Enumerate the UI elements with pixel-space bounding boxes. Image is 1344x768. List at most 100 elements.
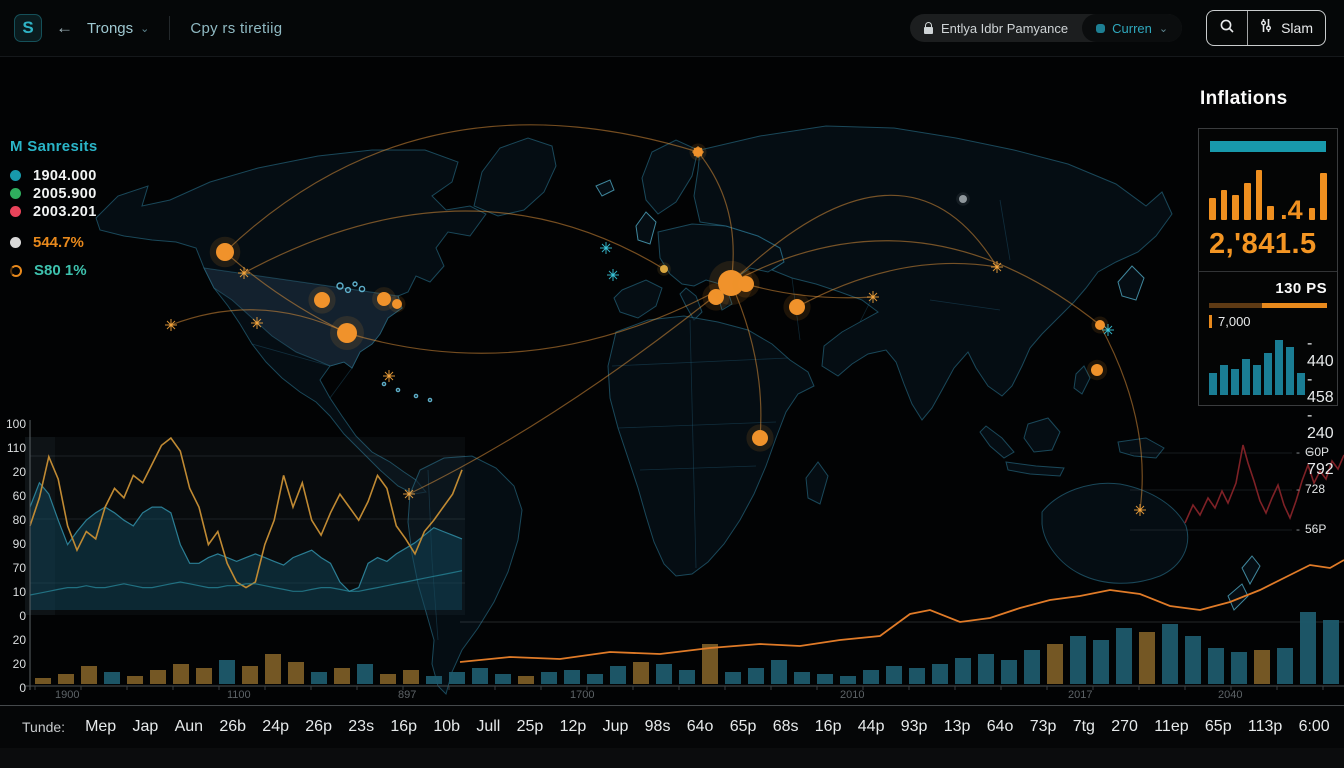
metric-label: 130 PS: [1209, 280, 1327, 297]
gray-dot-icon: [10, 237, 21, 248]
timeline-label: 6:00: [1299, 718, 1330, 736]
map-legend: M Sanresits 1904.0002005.9002003.201 544…: [10, 138, 98, 280]
volume-bar[interactable]: [1116, 628, 1132, 684]
volume-bar[interactable]: [1300, 612, 1316, 684]
volume-bar[interactable]: [932, 664, 948, 684]
volume-bar[interactable]: [564, 670, 580, 684]
volume-bar[interactable]: [1185, 636, 1201, 684]
series-dot-icon: [10, 188, 21, 199]
volume-bar[interactable]: [449, 672, 465, 684]
volume-bar[interactable]: [58, 674, 74, 684]
volume-bar[interactable]: [104, 672, 120, 684]
volume-bar[interactable]: [679, 670, 695, 684]
inflation-panel[interactable]: .4 2,'841.5 130 PS 7,000 - 440- 458- 240…: [1198, 128, 1338, 406]
volume-bar[interactable]: [1231, 652, 1247, 684]
volume-bar[interactable]: [1162, 624, 1178, 684]
search-button[interactable]: [1207, 11, 1247, 45]
volume-bar[interactable]: [633, 662, 649, 684]
orange-bar: [1221, 190, 1228, 220]
nav-menu[interactable]: Trongs ⌄: [87, 20, 149, 37]
volume-bar[interactable]: [1277, 648, 1293, 684]
volume-bar[interactable]: [1024, 650, 1040, 684]
volume-bar[interactable]: [495, 674, 511, 684]
volume-bar[interactable]: [748, 668, 764, 684]
dashboard-stage: M Sanresits 1904.0002005.9002003.201 544…: [0, 56, 1344, 768]
chevron-down-icon: ⌄: [1159, 22, 1168, 35]
volume-bar[interactable]: [380, 674, 396, 684]
legend-item[interactable]: 1904.000: [10, 167, 98, 184]
teal-bar: [1231, 369, 1239, 395]
volume-bar[interactable]: [771, 660, 787, 684]
timeline-label: 64o: [687, 718, 714, 736]
volume-bar[interactable]: [518, 676, 534, 684]
volume-bar[interactable]: [334, 668, 350, 684]
volume-bar[interactable]: [403, 670, 419, 684]
volume-bar[interactable]: [840, 676, 856, 684]
timeline-label: 270: [1111, 718, 1138, 736]
volume-bar[interactable]: [265, 654, 281, 684]
volume-bar[interactable]: [587, 674, 603, 684]
volume-bar[interactable]: [1208, 648, 1224, 684]
volume-bar[interactable]: [541, 672, 557, 684]
volume-bar[interactable]: [127, 676, 143, 684]
volume-bar[interactable]: [610, 666, 626, 684]
timeline-bar[interactable]: Tunde: MepJapAun26b24p26p23s16p10bJull25…: [0, 705, 1344, 748]
volume-bar[interactable]: [472, 668, 488, 684]
series-dot-icon: [10, 170, 21, 181]
volume-bar[interactable]: [702, 644, 718, 684]
volume-bar[interactable]: [725, 672, 741, 684]
volume-bar[interactable]: [1047, 644, 1063, 684]
currency-dropdown[interactable]: Curren ⌄: [1082, 14, 1182, 42]
volume-bar[interactable]: [219, 660, 235, 684]
volume-bar[interactable]: [1070, 636, 1086, 684]
volume-bar[interactable]: [794, 672, 810, 684]
volume-bar[interactable]: [955, 658, 971, 684]
y-axis-label: 110: [0, 441, 26, 455]
privacy-button[interactable]: Entlya Idbr Pamyance: [910, 14, 1082, 42]
volume-bar[interactable]: [978, 654, 994, 684]
orange-ring-icon: [10, 265, 22, 277]
timeline-label: 7tg: [1073, 718, 1095, 736]
y-axis-label: 20: [0, 657, 26, 671]
y-axis-label: 60: [0, 489, 26, 503]
search-box[interactable]: Slam: [1206, 10, 1326, 46]
legend-item[interactable]: 2005.900: [10, 185, 98, 202]
volume-bar[interactable]: [1254, 650, 1270, 684]
volume-bar[interactable]: [817, 674, 833, 684]
axis-label: - 240: [1307, 407, 1334, 443]
teal-header-bar: [1210, 141, 1326, 152]
volume-bar[interactable]: [1323, 620, 1339, 684]
right-axis-label: -56P: [1296, 522, 1326, 536]
volume-bar[interactable]: [81, 666, 97, 684]
volume-bar[interactable]: [311, 672, 327, 684]
volume-bar[interactable]: [1001, 660, 1017, 684]
volume-bar[interactable]: [35, 678, 51, 684]
divider: [169, 16, 170, 40]
volume-bar[interactable]: [173, 664, 189, 684]
legend-title: M Sanresits: [10, 138, 98, 155]
back-icon[interactable]: ←: [56, 18, 73, 38]
volume-bar[interactable]: [357, 664, 373, 684]
volume-bar[interactable]: [288, 662, 304, 684]
orange-bar: [1267, 206, 1274, 220]
search-input[interactable]: Slam: [1248, 11, 1325, 45]
orange-bar: [1232, 195, 1239, 220]
sub-value: 7,000: [1218, 314, 1251, 329]
timeline-label: 26p: [305, 718, 332, 736]
volume-bar[interactable]: [196, 668, 212, 684]
currency-dropdown-label: Curren: [1112, 21, 1152, 36]
volume-bar[interactable]: [886, 666, 902, 684]
volume-bar[interactable]: [242, 666, 258, 684]
volume-bar[interactable]: [150, 670, 166, 684]
volume-bar[interactable]: [426, 676, 442, 684]
app-logo-icon[interactable]: S: [14, 14, 42, 42]
timeline-label: 65p: [730, 718, 757, 736]
legend-item[interactable]: 2003.201: [10, 203, 98, 220]
volume-bar[interactable]: [656, 664, 672, 684]
volume-bar[interactable]: [909, 668, 925, 684]
volume-bar[interactable]: [863, 670, 879, 684]
timeline-label: 10b: [433, 718, 460, 736]
search-icon: [1219, 18, 1235, 39]
volume-bar[interactable]: [1093, 640, 1109, 684]
volume-bar[interactable]: [1139, 632, 1155, 684]
